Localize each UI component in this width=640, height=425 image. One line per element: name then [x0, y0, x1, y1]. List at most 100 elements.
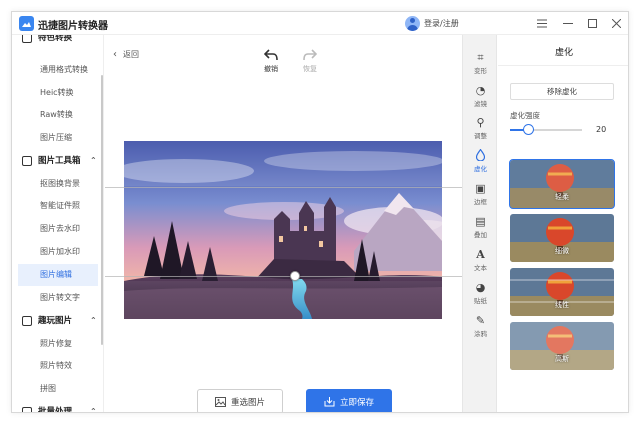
editor-main: ‹ 返回 撤销 恢复 重选图片 立即保存: [105, 35, 462, 412]
sidebar-item-image-to-text[interactable]: 图片转文字: [18, 287, 98, 309]
blur-guide-top[interactable]: [105, 187, 462, 188]
chevron-up-icon: ⌃: [90, 316, 97, 325]
tool-label: 虚化: [474, 165, 487, 173]
tool-overlay[interactable]: ▤ 叠加: [463, 213, 498, 241]
text-icon: A: [476, 248, 485, 261]
app-title: 迅捷图片转换器: [38, 21, 108, 32]
undo-icon: [258, 49, 284, 61]
chevron-left-icon: ‹: [113, 49, 117, 60]
sidebar-section-special[interactable]: 特色转换: [12, 35, 103, 49]
preset-label: 线性: [555, 301, 569, 309]
batch-icon: [22, 407, 32, 412]
menu-icon[interactable]: [534, 16, 550, 31]
remove-blur-button[interactable]: 移除虚化: [510, 83, 614, 100]
blur-strength-label: 虚化强度: [510, 111, 540, 120]
blur-strength-value: 20: [596, 125, 607, 134]
sidebar-item-id-photo[interactable]: 智能证件照: [18, 195, 98, 217]
crop-icon: ⌗: [477, 51, 484, 64]
preset-gaussian[interactable]: 高斯: [510, 322, 614, 370]
image-canvas[interactable]: [124, 141, 442, 319]
preset-label: 高斯: [555, 355, 569, 363]
convert-icon: [22, 35, 32, 43]
sidebar-item-photo-effects[interactable]: 照片特效: [18, 355, 98, 377]
tool-label: 调整: [474, 132, 487, 140]
tool-text[interactable]: A 文本: [463, 246, 498, 274]
reselect-image-button[interactable]: 重选图片: [197, 389, 283, 412]
tool-sticker[interactable]: ◕ 贴纸: [463, 279, 498, 307]
preset-label: 细微: [555, 247, 569, 255]
sidebar-section-label: 特色转换: [38, 35, 73, 43]
save-icon: [324, 396, 335, 407]
login-button[interactable]: 登录/注册: [405, 15, 459, 32]
sidebar-item-collage[interactable]: 拼图: [18, 378, 98, 400]
title-bar: 迅捷图片转换器 登录/注册: [12, 12, 628, 35]
sidebar-section-label: 图片工具箱: [38, 156, 81, 166]
tool-label: 滤镜: [474, 100, 487, 108]
sidebar-section-batch[interactable]: 批量处理 ⌃: [12, 401, 103, 413]
sidebar-item-raw[interactable]: Raw转换: [18, 104, 98, 126]
panel-title: 虚化: [554, 48, 573, 58]
image-icon: [214, 396, 226, 407]
tool-label: 文本: [474, 264, 487, 272]
back-label: 返回: [123, 50, 139, 59]
redo-button[interactable]: 恢复: [297, 49, 323, 74]
sidebar-section-tools[interactable]: 图片工具箱 ⌃: [12, 150, 103, 172]
brush-icon: ✎: [475, 314, 486, 327]
sidebar-item-heic[interactable]: Heic转换: [18, 82, 98, 104]
tool-brush[interactable]: ✎ 涂鸦: [463, 312, 498, 340]
app-window: 迅捷图片转换器 登录/注册 特色转换 通用格式转换 Heic转换 Raw转换 图…: [11, 11, 629, 413]
close-icon[interactable]: [608, 16, 624, 31]
sidebar: 特色转换 通用格式转换 Heic转换 Raw转换 图片压缩 图片工具箱 ⌃ 抠图…: [12, 35, 104, 413]
frame-icon: ▣: [475, 182, 486, 195]
tool-label: 边框: [474, 198, 487, 206]
sidebar-item-photo-repair[interactable]: 照片修复: [18, 333, 98, 355]
slider-handle[interactable]: [523, 124, 534, 135]
undo-label: 撤销: [264, 65, 278, 73]
blur-center-handle[interactable]: [290, 271, 300, 281]
app-logo-icon: [19, 16, 34, 31]
overlay-icon: ▤: [475, 215, 486, 228]
back-button[interactable]: ‹ 返回: [113, 49, 139, 60]
tool-label: 变形: [474, 67, 487, 75]
save-button[interactable]: 立即保存: [306, 389, 392, 412]
divider: [498, 65, 628, 66]
maximize-icon[interactable]: [584, 16, 600, 31]
sidebar-item-format-convert[interactable]: 通用格式转换: [18, 59, 98, 81]
save-label: 立即保存: [339, 397, 374, 408]
landscape-image: [124, 141, 442, 319]
undo-button[interactable]: 撤销: [258, 49, 284, 74]
sticker-icon: ◕: [475, 281, 486, 294]
login-label: 登录/注册: [424, 19, 459, 28]
minimize-icon[interactable]: [560, 16, 576, 31]
blur-drop-icon: [463, 148, 498, 162]
tool-filter[interactable]: ◔ 滤镜: [463, 82, 498, 110]
tool-frame[interactable]: ▣ 边框: [463, 180, 498, 208]
toolbox-icon: [22, 156, 32, 166]
reselect-label: 重选图片: [230, 397, 265, 408]
sidebar-item-compress[interactable]: 图片压缩: [18, 127, 98, 149]
sidebar-section-label: 趣玩图片: [38, 316, 73, 326]
sidebar-item-cutout[interactable]: 抠图换背景: [18, 173, 98, 195]
tool-adjust[interactable]: ⚲ 调整: [463, 114, 498, 142]
sidebar-section-label: 批量处理: [38, 407, 73, 413]
tool-crop[interactable]: ⌗ 变形: [463, 49, 498, 77]
sidebar-section-fun[interactable]: 趣玩图片 ⌃: [12, 310, 103, 332]
blur-strength-slider[interactable]: [510, 124, 582, 135]
tool-label: 贴纸: [474, 297, 487, 305]
preset-subtle[interactable]: 细微: [510, 214, 614, 262]
tool-blur[interactable]: 虚化: [463, 147, 498, 175]
blur-guide-bottom[interactable]: [105, 276, 462, 277]
sidebar-item-remove-watermark[interactable]: 图片去水印: [18, 218, 98, 240]
chevron-up-icon: ⌃: [90, 156, 97, 165]
filter-icon: ◔: [475, 84, 486, 97]
preset-soft[interactable]: 轻柔: [509, 159, 615, 209]
preset-linear[interactable]: 线性: [510, 268, 614, 316]
edit-toolbar: ⌗ 变形 ◔ 滤镜 ⚲ 调整 虚化 ▣ 边框 ▤ 叠加 A 文本 ◕ 贴纸 ✎ …: [462, 35, 498, 412]
sidebar-item-image-edit[interactable]: 图片编辑: [18, 264, 98, 286]
sidebar-scrollbar[interactable]: [101, 75, 103, 345]
redo-icon: [297, 49, 323, 61]
adjust-icon: ⚲: [476, 116, 485, 129]
sidebar-item-add-watermark[interactable]: 图片加水印: [18, 241, 98, 263]
blur-panel: 虚化 移除虚化 虚化强度 20 轻柔 细微 线性 高斯: [498, 35, 628, 412]
image-icon: [22, 316, 32, 326]
